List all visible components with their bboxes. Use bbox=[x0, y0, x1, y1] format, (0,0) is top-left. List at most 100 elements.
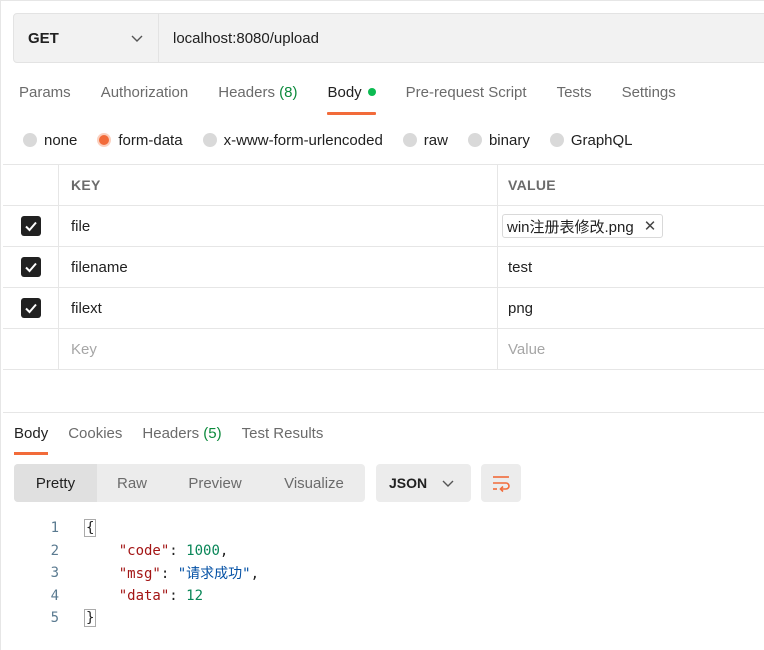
checkmark-icon bbox=[24, 221, 37, 232]
view-raw-button[interactable]: Raw bbox=[97, 464, 167, 502]
table-row: file win注册表修改.png ✕ bbox=[3, 206, 764, 247]
response-body-code[interactable]: 1 { 2 "code": 1000, 3 "msg": "请求成功", 4 "… bbox=[14, 517, 259, 630]
view-label: Preview bbox=[188, 474, 242, 492]
line-number: 5 bbox=[50, 610, 59, 627]
code-text: } bbox=[59, 609, 97, 628]
radio-button[interactable] bbox=[549, 133, 564, 147]
code-text: { bbox=[59, 519, 97, 538]
close-icon[interactable]: ✕ bbox=[644, 217, 657, 235]
tab-settings[interactable]: Settings bbox=[622, 81, 676, 115]
code-line: 3 "msg": "请求成功", bbox=[14, 562, 259, 585]
line-number: 1 bbox=[50, 520, 59, 537]
view-preview-button[interactable]: Preview bbox=[167, 464, 263, 502]
response-tab-cookies[interactable]: Cookies bbox=[68, 423, 122, 455]
body-type-binary[interactable]: binary bbox=[467, 132, 530, 149]
radio-button-selected[interactable] bbox=[97, 133, 112, 147]
checkmark-icon bbox=[24, 262, 37, 273]
response-tab-body[interactable]: Body bbox=[14, 423, 49, 455]
view-visualize-button[interactable]: Visualize bbox=[263, 464, 365, 502]
json-value: 12 bbox=[186, 587, 204, 604]
body-type-form-data[interactable]: form-data bbox=[97, 131, 183, 149]
key-cell[interactable]: filename bbox=[59, 247, 498, 287]
new-key-input[interactable]: Key bbox=[59, 329, 498, 369]
new-value-input[interactable]: Value bbox=[498, 329, 764, 369]
body-type-none[interactable]: none bbox=[23, 132, 77, 149]
tab-params[interactable]: Params bbox=[19, 81, 71, 115]
headers-count: (8) bbox=[279, 84, 298, 101]
body-type-graphql[interactable]: GraphQL bbox=[549, 131, 633, 149]
tab-label: Body bbox=[327, 84, 362, 101]
request-tabs: Params Authorization Headers (8) Body Pr… bbox=[19, 81, 676, 115]
value-cell[interactable]: test bbox=[498, 247, 764, 287]
tab-label: Test Results bbox=[241, 425, 324, 442]
headers-count: (5) bbox=[203, 425, 222, 442]
view-label: Raw bbox=[116, 474, 147, 492]
row-checkbox[interactable] bbox=[20, 257, 41, 277]
wrap-lines-button[interactable] bbox=[481, 464, 521, 502]
view-pretty-button[interactable]: Pretty bbox=[14, 464, 97, 502]
comma: , bbox=[219, 542, 229, 559]
format-select[interactable]: JSON bbox=[376, 464, 471, 502]
tab-authorization[interactable]: Authorization bbox=[101, 81, 189, 115]
response-tab-headers[interactable]: Headers (5) bbox=[142, 423, 221, 455]
close-brace: } bbox=[84, 609, 97, 628]
method-select[interactable]: GET bbox=[14, 14, 159, 62]
tab-tests[interactable]: Tests bbox=[557, 81, 592, 115]
chevron-down-icon bbox=[442, 480, 454, 487]
radio-button[interactable] bbox=[23, 133, 37, 147]
request-bar: GET localhost:8080/upload bbox=[13, 13, 764, 63]
json-value: 1000 bbox=[186, 542, 220, 559]
format-label: JSON bbox=[389, 475, 428, 491]
key-text: filext bbox=[71, 299, 102, 317]
wrap-lines-icon bbox=[493, 476, 510, 493]
row-check-cell bbox=[3, 206, 59, 246]
view-label: Visualize bbox=[284, 474, 344, 492]
radio-button[interactable] bbox=[467, 133, 482, 147]
code-line: 5 } bbox=[14, 607, 259, 630]
body-type-raw[interactable]: raw bbox=[402, 131, 448, 149]
tab-label: Authorization bbox=[100, 84, 189, 101]
tab-label: Params bbox=[19, 84, 71, 101]
value-cell[interactable]: png bbox=[498, 288, 764, 328]
body-type-label: none bbox=[44, 131, 78, 149]
key-cell[interactable]: filext bbox=[59, 288, 498, 328]
json-value: "请求成功" bbox=[177, 566, 251, 583]
row-checkbox[interactable] bbox=[20, 298, 41, 318]
tab-label: Pre-request Script bbox=[405, 84, 527, 101]
postman-window: GET localhost:8080/upload Params Authori… bbox=[0, 0, 764, 650]
key-placeholder: Key bbox=[71, 340, 97, 358]
file-chip[interactable]: win注册表修改.png ✕ bbox=[502, 214, 664, 238]
json-key: "code" bbox=[118, 542, 170, 559]
body-type-label: GraphQL bbox=[570, 131, 633, 149]
key-column-header: KEY bbox=[59, 165, 498, 205]
body-type-urlencoded[interactable]: x-www-form-urlencoded bbox=[202, 131, 383, 149]
code-line: 1 { bbox=[14, 517, 259, 540]
row-checkbox[interactable] bbox=[20, 216, 41, 236]
tab-headers[interactable]: Headers (8) bbox=[218, 81, 297, 115]
table-row: filext png bbox=[3, 288, 764, 329]
tab-body[interactable]: Body bbox=[327, 81, 376, 115]
tab-label: Headers bbox=[218, 84, 275, 101]
key-text: file bbox=[71, 217, 91, 235]
value-cell[interactable]: win注册表修改.png ✕ bbox=[498, 206, 764, 246]
table-header-row: KEY VALUE bbox=[3, 165, 764, 206]
url-input[interactable]: localhost:8080/upload bbox=[159, 14, 764, 62]
key-cell[interactable]: file bbox=[59, 206, 498, 246]
radio-button[interactable] bbox=[202, 133, 217, 147]
form-data-table: KEY VALUE file win注册表修改.png ✕ filename t… bbox=[3, 164, 764, 370]
body-type-label: raw bbox=[423, 131, 448, 149]
radio-button[interactable] bbox=[402, 133, 417, 147]
value-text: test bbox=[508, 258, 533, 276]
tab-label: Headers bbox=[142, 425, 200, 442]
code-text: "code": 1000, bbox=[118, 542, 229, 559]
row-check-cell bbox=[3, 288, 59, 328]
table-row: filename test bbox=[3, 247, 764, 288]
row-check-cell bbox=[3, 329, 59, 369]
body-type-label: x-www-form-urlencoded bbox=[223, 131, 383, 149]
body-type-label: form-data bbox=[118, 131, 183, 149]
response-tab-test-results[interactable]: Test Results bbox=[242, 423, 324, 455]
header-check-cell bbox=[3, 165, 59, 205]
file-name: win注册表修改.png bbox=[507, 218, 634, 236]
response-tabs: Body Cookies Headers (5) Test Results bbox=[14, 423, 343, 455]
tab-pre-request-script[interactable]: Pre-request Script bbox=[406, 81, 527, 115]
